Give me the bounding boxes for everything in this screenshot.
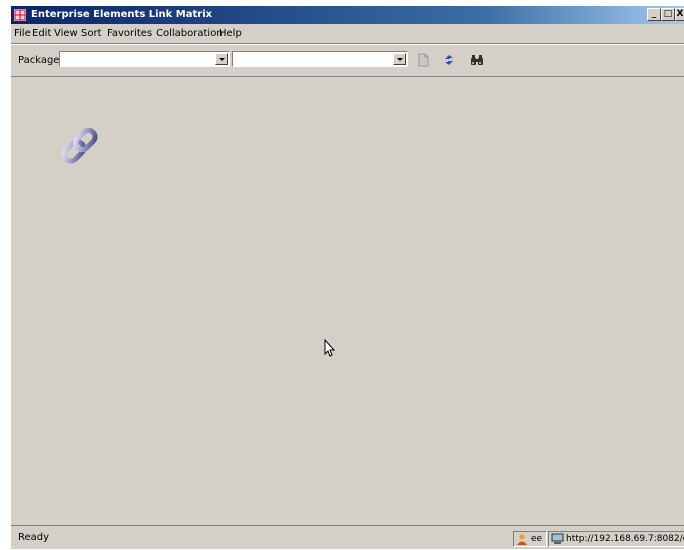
minimize-button[interactable]: _ [647,8,661,21]
toolbar: Package: [11,45,684,73]
secondary-combo[interactable] [232,51,408,67]
chevron-down-icon[interactable] [215,53,228,65]
close-button[interactable]: X [675,8,684,21]
content-area[interactable] [11,76,684,527]
maximize-button[interactable]: □ [661,8,675,21]
package-combo[interactable] [59,51,230,67]
menu-help[interactable]: Help [219,28,242,39]
menu-sort[interactable]: Sort [81,28,102,39]
chain-link-icon[interactable] [55,121,105,171]
refresh-icon[interactable] [442,53,456,67]
user-panel: ee [513,531,547,547]
user-name: ee [531,534,543,544]
package-label: Package: [18,55,63,66]
menu-file[interactable]: File [14,28,31,39]
binoculars-icon[interactable] [470,53,484,67]
status-bar: Ready ee http://192.168.69.7:8082/ee [11,526,684,550]
menu-bar: File Edit View Sort Favorites Collaborat… [11,25,684,42]
server-url: http://192.168.69.7:8082/ee [566,534,684,544]
window-title: Enterprise Elements Link Matrix [31,9,213,20]
title-bar[interactable]: Enterprise Elements Link Matrix _ □ X [11,6,684,24]
server-panel: http://192.168.69.7:8082/ee [548,531,684,547]
user-icon [517,534,527,545]
status-text: Ready [18,532,50,543]
computer-icon [551,533,564,544]
app-window: Enterprise Elements Link Matrix _ □ X Fi… [10,5,684,549]
menu-collaboration[interactable]: Collaboration [156,28,223,39]
menu-edit[interactable]: Edit [32,28,51,39]
chevron-down-icon[interactable] [393,53,406,65]
menu-view[interactable]: View [54,28,78,39]
document-icon[interactable] [416,53,430,67]
menu-favorites[interactable]: Favorites [107,28,152,39]
app-grid-icon [14,9,26,21]
mouse-cursor-icon [324,339,336,357]
